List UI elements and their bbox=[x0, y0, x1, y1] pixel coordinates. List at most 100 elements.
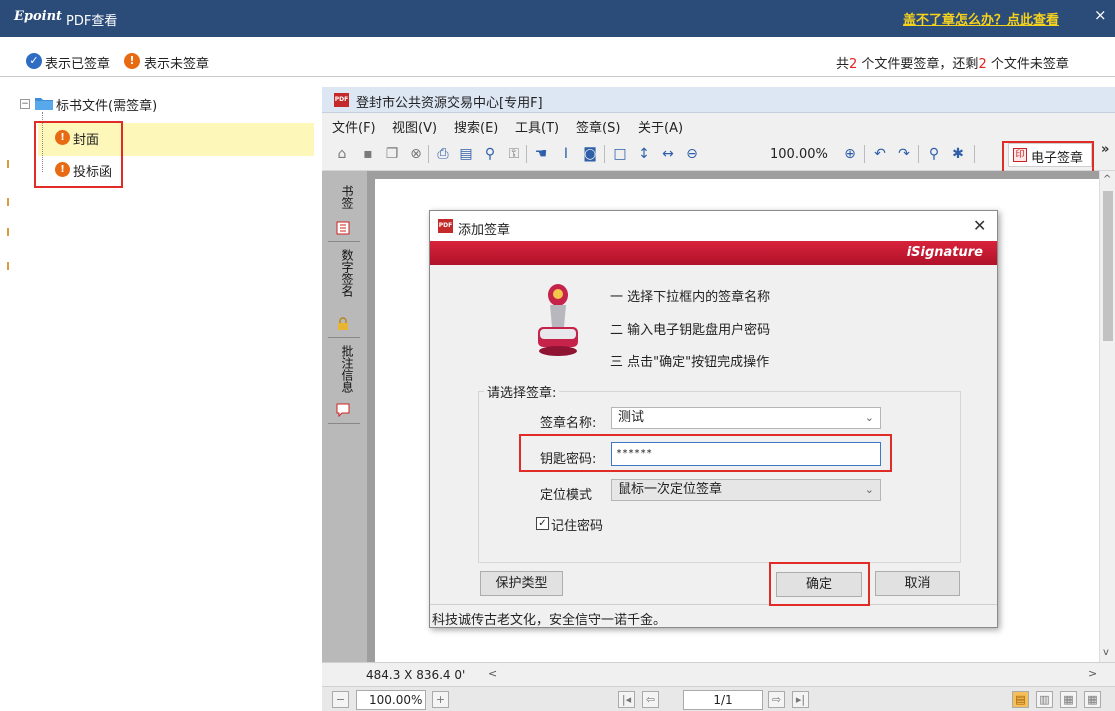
document-icon[interactable]: ▤ bbox=[458, 146, 474, 162]
instruction-step-2: 二 输入电子钥匙盘用户密码 bbox=[610, 323, 771, 338]
lock-icon[interactable]: ⚿ bbox=[506, 146, 522, 162]
text-select-icon[interactable]: I bbox=[558, 146, 574, 162]
side-marker bbox=[7, 198, 9, 206]
fit-page-icon[interactable]: □ bbox=[612, 146, 628, 162]
settings-tools-icon[interactable]: ✱ bbox=[950, 146, 966, 162]
zoom-out-icon[interactable]: − bbox=[332, 691, 349, 708]
facing-view-icon[interactable]: ▦ bbox=[1060, 691, 1077, 708]
position-mode-select[interactable]: 鼠标一次定位签章 ⌄ bbox=[611, 479, 881, 501]
toolbar-separator bbox=[604, 145, 605, 163]
magnifier-icon[interactable]: ⚲ bbox=[926, 146, 942, 162]
save-icon[interactable]: ▪ bbox=[360, 146, 376, 162]
signature-name-select[interactable]: 测试 ⌄ bbox=[611, 407, 881, 429]
more-chevron-icon[interactable]: » bbox=[1101, 142, 1109, 157]
single-page-view-icon[interactable]: ▤ bbox=[1012, 691, 1029, 708]
menu-about[interactable]: 关于(A) bbox=[638, 117, 683, 136]
protection-type-button[interactable]: 保护类型 bbox=[480, 571, 563, 596]
menu-tools[interactable]: 工具(T) bbox=[515, 117, 559, 136]
legend-signed-label: 表示已签章 bbox=[45, 57, 111, 72]
side-marker bbox=[7, 262, 9, 270]
rotate-right-icon[interactable]: ↷ bbox=[896, 146, 912, 162]
group-title: 请选择签章: bbox=[484, 382, 560, 401]
last-page-icon[interactable]: ▸| bbox=[792, 691, 809, 708]
fit-width-icon[interactable]: ↔ bbox=[660, 146, 676, 162]
help-link[interactable]: 盖不了章怎么办？点此查看 bbox=[903, 9, 1059, 28]
find-icon[interactable]: ⚲ bbox=[482, 146, 498, 162]
remember-password-label: 记住密码 bbox=[551, 519, 604, 534]
hand-tool-icon[interactable]: ☚ bbox=[533, 146, 549, 162]
scroll-down-icon[interactable]: v bbox=[1103, 647, 1109, 658]
snapshot-icon[interactable]: ◙ bbox=[582, 146, 598, 162]
vertical-scrollbar[interactable]: ^ v bbox=[1099, 171, 1115, 662]
tab-annotations[interactable]: 批注信息 bbox=[332, 345, 356, 393]
folder-icon bbox=[35, 98, 53, 110]
counts-suffix: 个文件未签章 bbox=[986, 57, 1069, 72]
tab-separator bbox=[328, 337, 360, 338]
annotation-highlight-tree bbox=[34, 121, 123, 188]
navigation-bar: − 100.00% + |◂ ⇦ 1/1 ⇨ ▸| ▤ ▥ ▦ ▦ bbox=[322, 686, 1115, 711]
instruction-step-1: 一 选择下拉框内的签章名称 bbox=[610, 290, 771, 305]
print-icon[interactable]: ⎙ bbox=[435, 146, 451, 162]
toolbar-separator bbox=[428, 145, 429, 163]
viewer-title: 登封市公共资源交易中心[专用F] bbox=[356, 96, 543, 111]
tab-separator bbox=[328, 241, 360, 242]
dialog-motto: 科技诚传古老文化，安全信守一诺千金。 bbox=[432, 613, 667, 628]
zoom-in-icon[interactable]: + bbox=[432, 691, 449, 708]
menu-view[interactable]: 视图(V) bbox=[392, 117, 437, 136]
page-size-bar: 484.3 X 836.4 0' < > bbox=[322, 662, 1115, 686]
side-marker bbox=[7, 160, 9, 168]
close-doc-icon[interactable]: ⊗ bbox=[408, 146, 424, 162]
instruction-step-3: 三 点击"确定"按钮完成操作 bbox=[610, 355, 770, 370]
cancel-button[interactable]: 取消 bbox=[875, 571, 960, 596]
chevron-down-icon: ⌄ bbox=[864, 411, 874, 424]
status-row: ✓ 表示已签章 ! 表示未签章 共2 个文件要签章，还剩2 个文件未签章 bbox=[0, 37, 1115, 77]
zoom-input[interactable]: 100.00% bbox=[356, 690, 426, 710]
zoom-value[interactable]: 100.00% bbox=[770, 147, 828, 162]
app-title: PDF查看 bbox=[66, 14, 118, 29]
continuous-view-icon[interactable]: ▥ bbox=[1036, 691, 1053, 708]
scroll-thumb[interactable] bbox=[1103, 191, 1113, 341]
close-icon[interactable]: ✕ bbox=[973, 216, 986, 235]
page-size-readout: 484.3 X 836.4 0' bbox=[366, 668, 466, 682]
scroll-right-icon[interactable]: > bbox=[1088, 667, 1097, 680]
scroll-up-icon[interactable]: ^ bbox=[1103, 174, 1111, 185]
pdf-icon: PDF bbox=[334, 93, 349, 107]
grid-view-icon[interactable]: ▦ bbox=[1084, 691, 1101, 708]
tab-bookmarks[interactable]: 书签 bbox=[332, 185, 356, 209]
warning-circle-icon: ! bbox=[124, 53, 140, 69]
counts-mid: 个文件要签章，还剩 bbox=[857, 57, 979, 72]
rotate-left-icon[interactable]: ↶ bbox=[872, 146, 888, 162]
tree-collapse-icon[interactable]: − bbox=[20, 99, 30, 109]
open-icon[interactable]: ⌂ bbox=[334, 146, 350, 162]
toolbar: ⌂ ▪ ❐ ⊗ ⎙ ▤ ⚲ ⚿ ☚ I ◙ □ ↕ ↔ ⊖ 100.00% ⊕ … bbox=[322, 137, 1115, 171]
close-icon[interactable]: × bbox=[1094, 6, 1107, 24]
page-input[interactable]: 1/1 bbox=[683, 690, 763, 710]
comment-icon bbox=[336, 403, 350, 417]
first-page-icon[interactable]: |◂ bbox=[618, 691, 635, 708]
bookmark-icon bbox=[336, 221, 350, 235]
copy-icon[interactable]: ❐ bbox=[384, 146, 400, 162]
signature-name-value: 测试 bbox=[618, 410, 645, 425]
side-marker bbox=[7, 228, 9, 236]
brand-logo: iSignature bbox=[906, 245, 983, 260]
prev-page-icon[interactable]: ⇦ bbox=[642, 691, 659, 708]
remember-password-checkbox[interactable]: ✓ bbox=[536, 517, 549, 530]
menu-search[interactable]: 搜索(E) bbox=[454, 117, 498, 136]
dialog-banner: iSignature bbox=[430, 241, 997, 265]
zoom-out-icon[interactable]: ⊖ bbox=[684, 146, 700, 162]
app-logo: Epoint bbox=[14, 9, 63, 24]
toolbar-separator bbox=[526, 145, 527, 163]
tree-root-label: 标书文件(需签章) bbox=[56, 99, 158, 114]
menu-file[interactable]: 文件(F) bbox=[332, 117, 376, 136]
stamp-icon bbox=[538, 284, 578, 356]
position-mode-value: 鼠标一次定位签章 bbox=[618, 482, 723, 497]
tab-separator bbox=[328, 423, 360, 424]
dialog-footer: 科技诚传古老文化，安全信守一诺千金。 bbox=[430, 604, 997, 628]
toolbar-separator bbox=[918, 145, 919, 163]
next-page-icon[interactable]: ⇨ bbox=[768, 691, 785, 708]
scroll-left-icon[interactable]: < bbox=[488, 667, 497, 680]
tab-digital-signature[interactable]: 数字签名 bbox=[332, 249, 356, 297]
menu-sign[interactable]: 签章(S) bbox=[576, 117, 620, 136]
fit-height-icon[interactable]: ↕ bbox=[636, 146, 652, 162]
zoom-in-icon[interactable]: ⊕ bbox=[842, 146, 858, 162]
